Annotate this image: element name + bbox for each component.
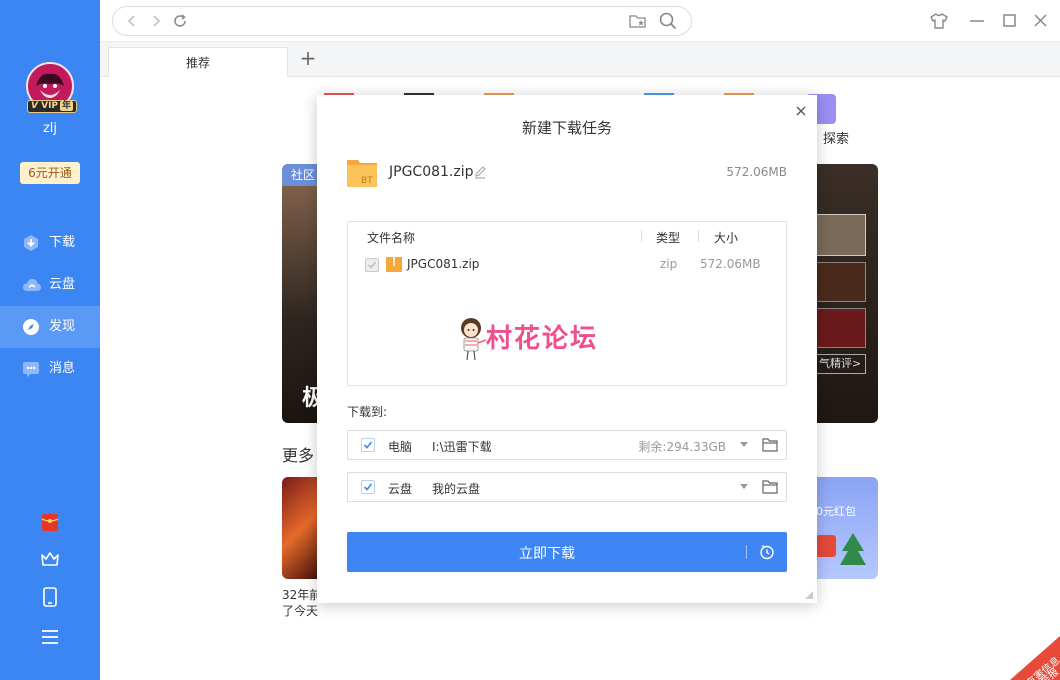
- cloud-checkbox[interactable]: [361, 480, 375, 494]
- folder-browse-icon[interactable]: [762, 480, 778, 494]
- file-list-header: 文件名称 类型 大小: [348, 222, 786, 250]
- zip-file-icon: [386, 256, 402, 272]
- destination-computer[interactable]: 电脑 I:\迅雷下载 剩余:294.33GB: [347, 430, 787, 460]
- column-size[interactable]: 大小: [714, 229, 738, 246]
- dialog-title: 新建下载任务: [521, 119, 612, 137]
- resize-handle-icon[interactable]: [805, 591, 813, 599]
- schedule-clock-icon[interactable]: [759, 544, 775, 560]
- destination-cloud[interactable]: 云盘 我的云盘: [347, 472, 787, 502]
- report-stamp[interactable]: 有害信息 举报: [1010, 636, 1060, 680]
- svg-text:BT: BT: [361, 176, 373, 186]
- download-now-label: 立即下载: [519, 546, 575, 562]
- bt-folder-icon: BT: [347, 157, 377, 187]
- edit-icon[interactable]: [473, 165, 487, 179]
- download-to-label: 下载到:: [347, 405, 388, 419]
- file-row-type: zip: [660, 257, 678, 271]
- free-space: 剩余:294.33GB: [638, 440, 726, 454]
- destination-path[interactable]: I:\迅雷下载: [432, 438, 492, 455]
- file-row-size: 572.06MB: [700, 257, 761, 271]
- destination-label: 云盘: [388, 482, 413, 496]
- watermark: 村花论坛: [456, 316, 616, 366]
- button-divider: [746, 545, 747, 559]
- destination-label: 电脑: [388, 440, 413, 454]
- file-list: 文件名称 类型 大小 JPGC081.zip zip 572.06MB 村花论坛: [347, 221, 787, 386]
- column-type[interactable]: 类型: [656, 229, 680, 246]
- column-divider: [698, 230, 699, 242]
- file-row-name: JPGC081.zip: [407, 257, 480, 271]
- new-download-dialog: 新建下载任务 BT JPGC081.zip 572.06MB 文件名称 类型 大…: [317, 95, 817, 603]
- column-name[interactable]: 文件名称: [367, 229, 415, 246]
- file-checkbox[interactable]: [365, 258, 379, 272]
- girl-mascot-icon: [461, 318, 487, 361]
- dropdown-arrow-icon[interactable]: [740, 442, 748, 447]
- file-size: 572.06MB: [726, 165, 787, 179]
- close-icon[interactable]: [793, 103, 809, 119]
- file-name: JPGC081.zip: [389, 164, 474, 180]
- file-list-row[interactable]: JPGC081.zip zip 572.06MB: [348, 254, 786, 276]
- column-divider: [641, 230, 642, 242]
- computer-checkbox[interactable]: [361, 438, 375, 452]
- folder-browse-icon[interactable]: [762, 438, 778, 452]
- watermark-text: 村花论坛: [486, 324, 599, 354]
- dropdown-arrow-icon[interactable]: [740, 484, 748, 489]
- destination-path[interactable]: 我的云盘: [432, 480, 480, 497]
- download-now-button[interactable]: 立即下载: [347, 532, 787, 572]
